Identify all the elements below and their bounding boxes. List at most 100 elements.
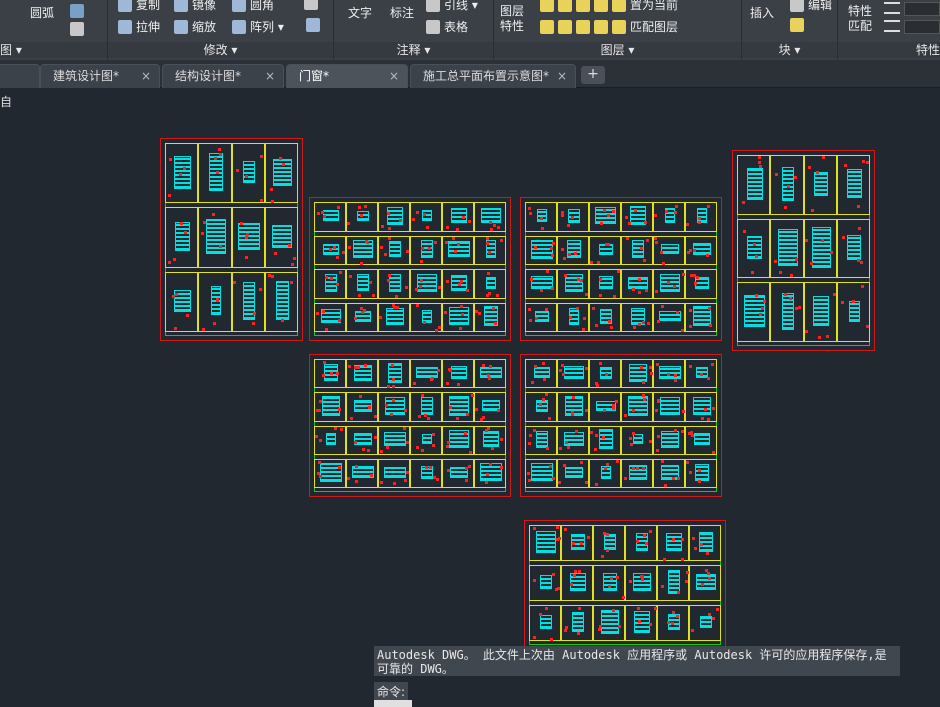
drawing-sheet[interactable] — [309, 197, 511, 341]
dimension-mark — [565, 441, 569, 445]
drawing-sheet[interactable] — [520, 354, 722, 497]
drawing-sheet[interactable] — [309, 354, 511, 497]
match-layer-icon[interactable] — [612, 19, 626, 34]
dimension-mark — [405, 441, 409, 445]
dimension-mark — [253, 311, 257, 315]
dimension-mark — [169, 157, 173, 161]
layer-thaw-icon[interactable] — [576, 19, 590, 34]
panel-title-block[interactable]: 块 ▾ — [742, 42, 837, 58]
drawing-cell — [346, 202, 378, 232]
dimension-button[interactable]: 标注 — [390, 4, 414, 21]
edit-block-button[interactable]: 编辑 — [790, 0, 832, 13]
viewport-label[interactable]: 自 — [0, 93, 12, 110]
dimension-mark — [499, 438, 503, 442]
close-icon[interactable]: × — [265, 65, 275, 87]
linetype-icon[interactable] — [884, 20, 900, 32]
close-icon[interactable]: × — [389, 65, 399, 87]
close-icon[interactable]: × — [141, 65, 151, 87]
tab-start[interactable] — [0, 64, 40, 88]
dimension-mark — [612, 407, 616, 411]
dimension-mark — [648, 623, 652, 627]
layer-unlock-icon[interactable] — [594, 19, 608, 34]
drawing-sheet[interactable] — [160, 138, 303, 341]
layer-unisolate-icon[interactable] — [558, 19, 572, 34]
panel-draw: 圆弧 图 ▾ — [0, 0, 108, 60]
new-tab-button[interactable]: + — [581, 66, 605, 84]
dimension-mark — [403, 408, 407, 412]
panel-title-modify[interactable]: 修改 ▾ — [108, 42, 333, 58]
command-input[interactable] — [374, 700, 412, 707]
dimension-mark — [434, 328, 438, 332]
tab-site-plan[interactable]: 施工总平面布置示意图* × — [410, 64, 576, 88]
drawing-cell — [621, 269, 653, 299]
dimension-mark — [423, 320, 427, 324]
color-dropdown[interactable] — [904, 2, 940, 16]
layer-lock-icon[interactable] — [594, 0, 608, 12]
dimension-mark — [273, 251, 277, 255]
drawing-sheet[interactable] — [520, 197, 722, 341]
edit-block-icon — [790, 0, 804, 12]
door-window-detail — [450, 208, 468, 224]
drawing-cell — [621, 425, 653, 455]
panel-title-properties[interactable]: 特性 — [838, 42, 940, 58]
fillet-button[interactable]: 圆角 — [232, 0, 274, 13]
set-current-label[interactable]: 置为当前 — [630, 0, 678, 13]
drawing-cell — [657, 605, 689, 641]
layer-isolate-icon[interactable] — [558, 0, 572, 12]
dimension-mark — [572, 542, 576, 546]
scale-button[interactable]: 缩放 — [174, 18, 216, 35]
text-button[interactable]: 文字 — [348, 4, 372, 21]
dimension-mark — [558, 480, 562, 484]
dimension-mark — [395, 294, 399, 298]
dimension-mark — [856, 259, 860, 263]
dimension-mark — [564, 274, 568, 278]
layer-current-icon[interactable] — [612, 0, 626, 12]
tab-structure[interactable]: 结构设计图* × — [162, 64, 284, 88]
dimension-mark — [457, 382, 461, 386]
drawing-sheet[interactable] — [732, 150, 875, 351]
drawing-cell — [264, 143, 298, 204]
insert-button[interactable]: 插入 — [750, 4, 774, 21]
linetype-dropdown[interactable] — [904, 20, 940, 34]
door-window-detail — [384, 466, 406, 479]
match-layer-label[interactable]: 匹配图层 — [630, 18, 678, 35]
explode-button[interactable] — [304, 0, 318, 10]
lineweight-icon[interactable] — [884, 2, 900, 14]
offset-button[interactable] — [306, 18, 320, 32]
dimension-mark — [539, 216, 543, 220]
dimension-mark — [342, 250, 346, 254]
region-button[interactable] — [70, 22, 84, 36]
match-properties-button[interactable]: 特性匹配 — [848, 4, 876, 34]
panel-title-draw[interactable]: 图 ▾ — [0, 42, 107, 58]
panel-title-annotation[interactable]: 注释 ▾ — [334, 42, 493, 58]
drawing-cell — [557, 202, 589, 232]
dimension-mark — [460, 279, 464, 283]
stretch-button[interactable]: 拉伸 — [118, 18, 160, 35]
layer-freeze-icon[interactable] — [576, 0, 590, 12]
array-button[interactable]: 阵列 ▾ — [232, 18, 284, 35]
dimension-mark — [681, 328, 685, 332]
leader-button[interactable]: 引线 ▾ — [426, 0, 478, 13]
close-icon[interactable]: × — [557, 65, 567, 87]
dimension-mark — [457, 283, 461, 287]
layer-on-icon[interactable] — [540, 19, 554, 34]
dimension-mark — [496, 409, 500, 413]
table-button[interactable]: 表格 — [426, 18, 468, 35]
arc-button[interactable]: 圆弧 — [30, 4, 54, 21]
dimension-mark — [338, 408, 342, 412]
draw-more-icon[interactable] — [70, 4, 84, 18]
layer-off-icon[interactable] — [540, 0, 554, 12]
drawing-cell — [525, 359, 557, 389]
mirror-button[interactable]: 镜像 — [174, 0, 216, 13]
tab-doors-windows[interactable]: 门窗* × — [286, 64, 408, 88]
dimension-mark — [458, 326, 462, 330]
panel-title-layers[interactable]: 图层 ▾ — [494, 42, 741, 58]
copy-button[interactable]: 复制 — [118, 0, 160, 13]
block-attribute-button[interactable] — [790, 18, 804, 32]
layer-properties-button[interactable]: 图层特性 — [500, 4, 530, 34]
drawing-sheet[interactable] — [524, 520, 726, 650]
dimension-mark — [794, 258, 798, 262]
drawing-cell — [314, 359, 346, 389]
dimension-mark — [545, 606, 549, 610]
tab-architecture[interactable]: 建筑设计图* × — [40, 64, 160, 88]
